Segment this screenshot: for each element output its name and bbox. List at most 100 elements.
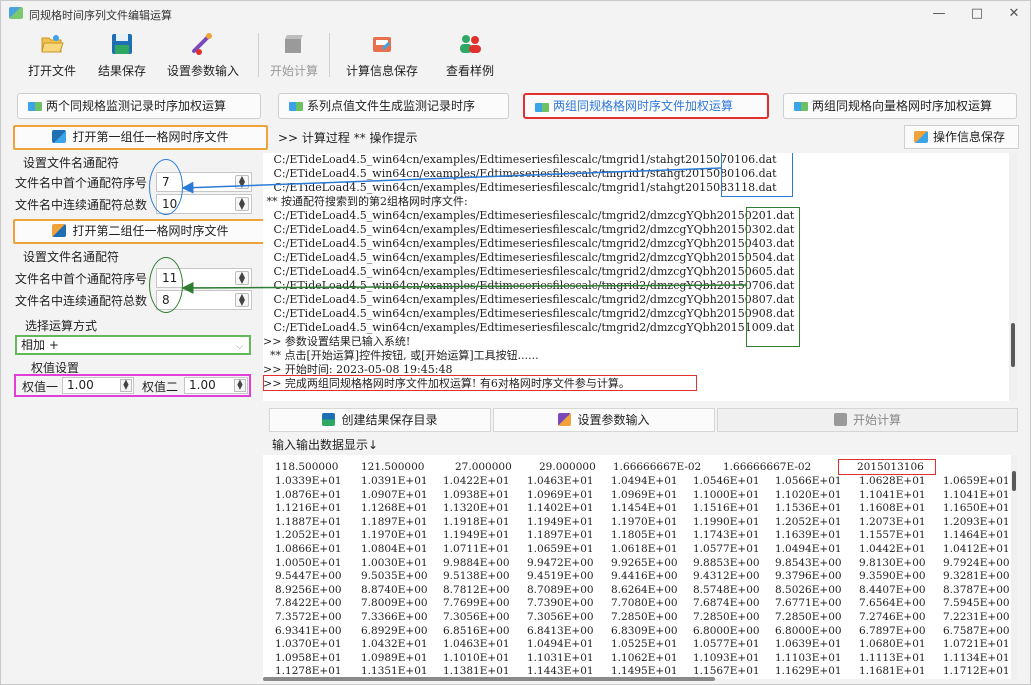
io-cell: 6.7897E+00 — [859, 624, 926, 637]
create-result-dir-button[interactable]: 创建结果保存目录 — [269, 408, 491, 432]
io-cell: 1.1608E+01 — [859, 502, 926, 515]
io-cell: 7.6564E+00 — [859, 597, 926, 610]
io-cell: 9.5447E+00 — [275, 570, 342, 583]
io-cell: 1.1093E+01 — [693, 651, 760, 664]
start-calc-button[interactable]: 开始计算 — [717, 408, 1018, 432]
io-cell: 9.5138E+00 — [443, 570, 510, 583]
io-cell: 1.1887E+01 — [275, 515, 342, 528]
io-cell: 1.1000E+01 — [693, 488, 760, 501]
io-cell: 6.8000E+00 — [775, 624, 842, 637]
io-cell: 1.2052E+01 — [775, 515, 842, 528]
io-cell: 1.1495E+01 — [611, 665, 678, 678]
io-cell: 1.0989E+01 — [361, 651, 428, 664]
io-cell: 1.1041E+01 — [859, 488, 926, 501]
io-scrollbar-thumb[interactable] — [1012, 471, 1016, 491]
io-cell: 1.0969E+01 — [527, 488, 594, 501]
io-cell: 1.1278E+01 — [275, 665, 342, 678]
io-horizontal-scrollbar-thumb[interactable] — [263, 677, 715, 681]
io-cell: 6.8929E+00 — [361, 624, 428, 637]
io-cell: 1.0958E+01 — [275, 651, 342, 664]
io-cell: 121.500000 — [361, 461, 425, 473]
io-cell: 1.0618E+01 — [611, 543, 678, 555]
io-cell: 1.2093E+01 — [943, 515, 1010, 528]
io-cell: 1.0577E+01 — [693, 638, 760, 651]
io-cell: 1.1020E+01 — [775, 488, 842, 501]
io-cell: 6.8413E+00 — [527, 624, 594, 637]
io-cell: 1.0050E+01 — [275, 556, 342, 569]
io-cell: 1.1454E+01 — [611, 502, 678, 515]
io-cell: 1.1918E+01 — [443, 515, 510, 528]
io-cell: 7.2850E+00 — [611, 611, 678, 623]
io-cell: 1.1113E+01 — [859, 651, 926, 664]
io-cell: 8.8740E+00 — [361, 583, 428, 596]
io-cell: 1.1351E+01 — [361, 665, 428, 678]
io-cell: 7.6874E+00 — [693, 597, 760, 610]
io-cell: 1.1134E+01 — [943, 651, 1010, 664]
io-cell: 1.0339E+01 — [275, 475, 342, 487]
io-cell: 1.0659E+01 — [527, 543, 594, 555]
io-cell: 7.5945E+00 — [943, 597, 1010, 610]
io-cell: 6.9341E+00 — [275, 624, 342, 637]
io-cell: 9.4416E+00 — [611, 570, 678, 583]
io-cell: 6.8000E+00 — [693, 624, 760, 637]
io-cell: 9.3281E+00 — [943, 570, 1010, 583]
io-cell: 8.5748E+00 — [693, 583, 760, 596]
io-cell: 1.1320E+01 — [443, 502, 510, 515]
io-cell: 8.9256E+00 — [275, 583, 342, 596]
io-cell: 1.1970E+01 — [611, 515, 678, 528]
io-cell: 1.0422E+01 — [443, 475, 510, 487]
io-cell: 1.0391E+01 — [361, 475, 428, 487]
io-cell: 8.6264E+00 — [611, 583, 678, 596]
start-calc-icon — [833, 413, 847, 426]
io-cell: 1.1010E+01 — [443, 651, 510, 664]
io-cell: 1.1743E+01 — [693, 529, 760, 542]
io-cell: 7.2231E+00 — [943, 611, 1010, 623]
io-cell: 1.0711E+01 — [443, 543, 510, 555]
io-cell: 1.0639E+01 — [775, 638, 842, 651]
io-cell: 1.0412E+01 — [943, 543, 1010, 555]
io-cell: 1.1103E+01 — [775, 651, 842, 664]
io-cell: 1.0432E+01 — [361, 638, 428, 651]
io-cell: 1.1516E+01 — [693, 502, 760, 515]
io-cell: 1.0494E+01 — [775, 543, 842, 555]
io-cell: 1.1990E+01 — [693, 515, 760, 528]
io-cell: 1.0804E+01 — [361, 543, 428, 555]
io-cell: 1.0938E+01 — [443, 488, 510, 501]
io-cell: 1.1567E+01 — [693, 665, 760, 678]
io-cell: 1.0463E+01 — [443, 638, 510, 651]
io-cell: 1.0370E+01 — [275, 638, 342, 651]
io-cell: 7.2850E+00 — [775, 611, 842, 623]
io-cell: 1.0442E+01 — [859, 543, 926, 555]
io-cell: 7.3056E+00 — [527, 611, 594, 623]
io-cell: 1.1557E+01 — [859, 529, 926, 542]
io-cell: 1.1949E+01 — [527, 515, 594, 528]
io-cell: 1.0463E+01 — [527, 475, 594, 487]
io-cell: 1.66666667E-02 — [723, 461, 812, 473]
io-cell: 1.1629E+01 — [775, 665, 842, 678]
app-window: 同规格时间序列文件编辑运算 — □ ✕ 打开文件 结果保存 设置参数输入 开始计… — [0, 0, 1031, 685]
io-cell: 1.0494E+01 — [611, 475, 678, 487]
io-cell: 1.1268E+01 — [361, 502, 428, 515]
io-cell: 118.500000 — [275, 461, 339, 473]
io-cell: 7.7080E+00 — [611, 597, 678, 610]
io-cell: 1.1402E+01 — [527, 502, 594, 515]
io-cell: 8.4407E+00 — [859, 583, 926, 596]
io-data-panel[interactable]: 118.500000 121.500000 27.000000 29.00000… — [263, 455, 1017, 679]
io-cell: 9.4312E+00 — [693, 570, 760, 583]
io-cell: 1.1639E+01 — [775, 529, 842, 542]
io-cell: 27.000000 — [455, 461, 512, 473]
io-cell: 1.1949E+01 — [443, 529, 510, 542]
io-cell: 7.2850E+00 — [693, 611, 760, 623]
io-cell: 7.3572E+00 — [275, 611, 342, 623]
io-cell: 9.8130E+00 — [859, 556, 926, 569]
io-cell: 7.6771E+00 — [775, 597, 842, 610]
io-cell: 1.1805E+01 — [611, 529, 678, 542]
io-cell: 9.3796E+00 — [775, 570, 842, 583]
io-cell: 8.3787E+00 — [943, 583, 1010, 596]
set-params-input-button[interactable]: 设置参数输入 — [493, 408, 715, 432]
io-cell: 1.2073E+01 — [859, 515, 926, 528]
io-cell: 1.0680E+01 — [859, 638, 926, 651]
io-cell: 1.1216E+01 — [275, 502, 342, 515]
io-cell: 1.1712E+01 — [943, 665, 1010, 678]
io-cell: 6.8309E+00 — [611, 624, 678, 637]
